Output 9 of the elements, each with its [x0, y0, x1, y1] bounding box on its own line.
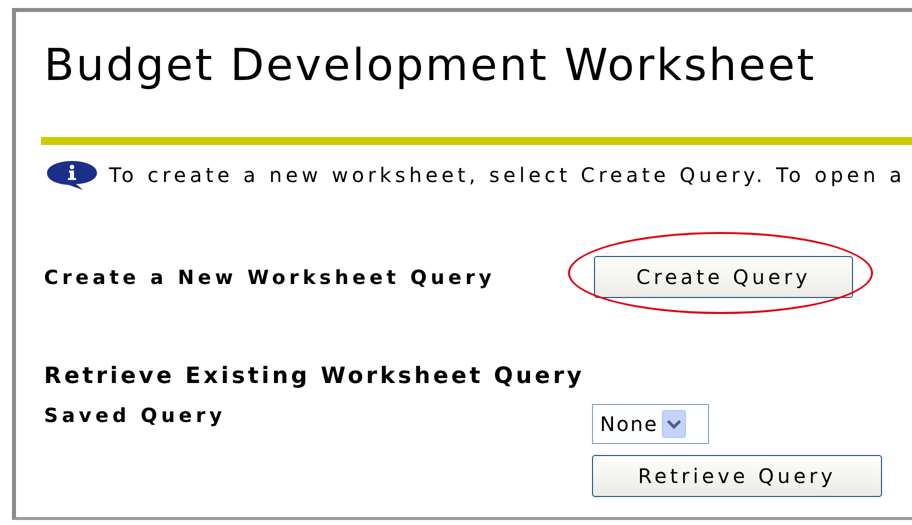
- info-icon: [45, 159, 99, 191]
- info-message: To create a new worksheet, select Create Query. To open a: [109, 163, 906, 187]
- section-heading: Retrieve Existing Worksheet Query: [44, 363, 586, 389]
- page-title: Budget Development Worksheet: [44, 40, 818, 92]
- field-label: Create a New Worksheet Query: [44, 266, 496, 288]
- saved-query-select[interactable]: None: [592, 404, 709, 444]
- create-query-button[interactable]: Create Query: [594, 256, 853, 298]
- field-label: Saved Query: [44, 404, 227, 427]
- retrieve-query-button[interactable]: Retrieve Query: [592, 455, 882, 497]
